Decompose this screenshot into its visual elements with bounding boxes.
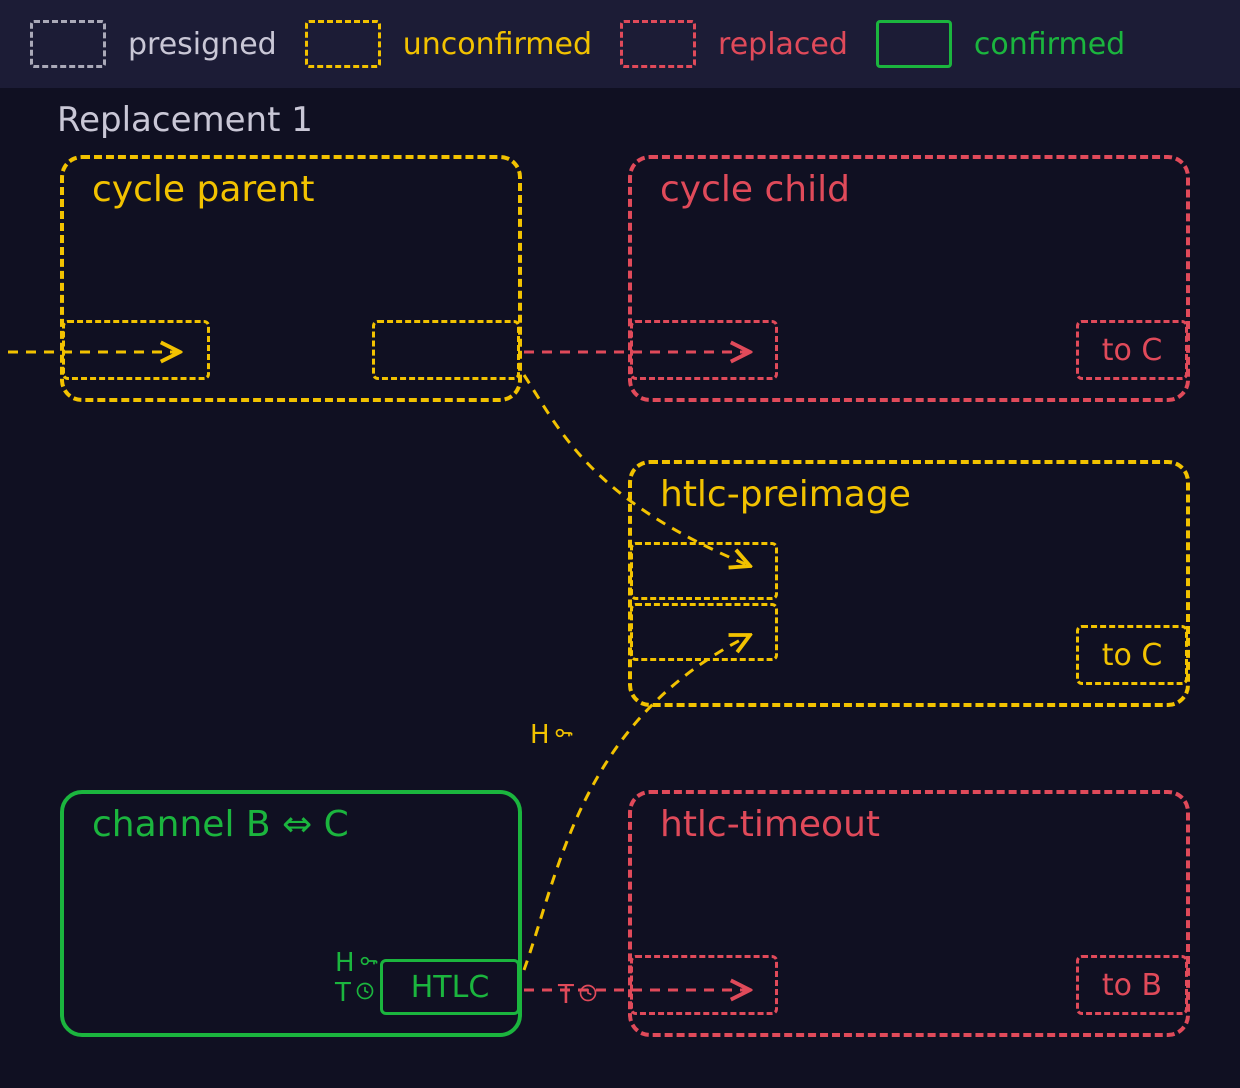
legend-swatch-replaced [620, 20, 696, 68]
legend-replaced: replaced [620, 20, 848, 68]
channel-bc-label: channel B ⇔ C [92, 804, 349, 845]
legend-swatch-presigned [30, 20, 106, 68]
htlc-timeout-output: to B [1076, 955, 1188, 1015]
cycle-parent-input [62, 320, 210, 380]
legend-confirmed: confirmed [876, 20, 1125, 68]
legend-presigned: presigned [30, 20, 277, 68]
htlc-preimage-input-2 [630, 603, 778, 661]
htlc-timeout-label: htlc-timeout [660, 804, 880, 845]
clock-icon [355, 978, 375, 1008]
legend-swatch-confirmed [876, 20, 952, 68]
legend-label-confirmed: confirmed [974, 27, 1125, 62]
edge-h-annot: H [530, 720, 574, 750]
legend-label-presigned: presigned [128, 27, 277, 62]
edge-h-label: H [530, 720, 550, 750]
key-icon [554, 720, 574, 750]
t-label: T [335, 978, 351, 1008]
cycle-parent-label: cycle parent [92, 169, 315, 210]
htlc-preimage-output: to C [1076, 625, 1188, 685]
h-label: H [335, 948, 355, 978]
htlc-preimage-box: htlc-preimage to C [628, 460, 1190, 707]
clock-icon [578, 980, 598, 1010]
cycle-child-input [630, 320, 778, 380]
htlc-timeout-input [630, 955, 778, 1015]
section-title: Replacement 1 [57, 100, 313, 140]
legend-label-unconfirmed: unconfirmed [403, 27, 592, 62]
htlc-preimage-input-1 [630, 542, 778, 600]
cycle-child-label: cycle child [660, 169, 850, 210]
legend-label-replaced: replaced [718, 27, 848, 62]
cycle-child-output: to C [1076, 320, 1188, 380]
htlc-timeout-box: htlc-timeout to B [628, 790, 1190, 1037]
legend-unconfirmed: unconfirmed [305, 20, 592, 68]
legend-bar: presigned unconfirmed replaced confirmed [0, 0, 1240, 88]
edge-t-annot: T [558, 980, 598, 1010]
channel-bc-t-annot: T [335, 978, 375, 1008]
edge-t-label: T [558, 980, 574, 1010]
cycle-parent-output [372, 320, 520, 380]
diagram-stage: presigned unconfirmed replaced confirmed… [0, 0, 1240, 1088]
channel-bc-box: channel B ⇔ C HTLC [60, 790, 522, 1037]
legend-swatch-unconfirmed [305, 20, 381, 68]
cycle-parent-box: cycle parent [60, 155, 522, 402]
cycle-child-box: cycle child to C [628, 155, 1190, 402]
key-icon [359, 948, 379, 978]
channel-bc-htlc-output: HTLC [380, 959, 520, 1015]
htlc-preimage-label: htlc-preimage [660, 474, 911, 515]
channel-bc-h-annot: H [335, 948, 379, 978]
